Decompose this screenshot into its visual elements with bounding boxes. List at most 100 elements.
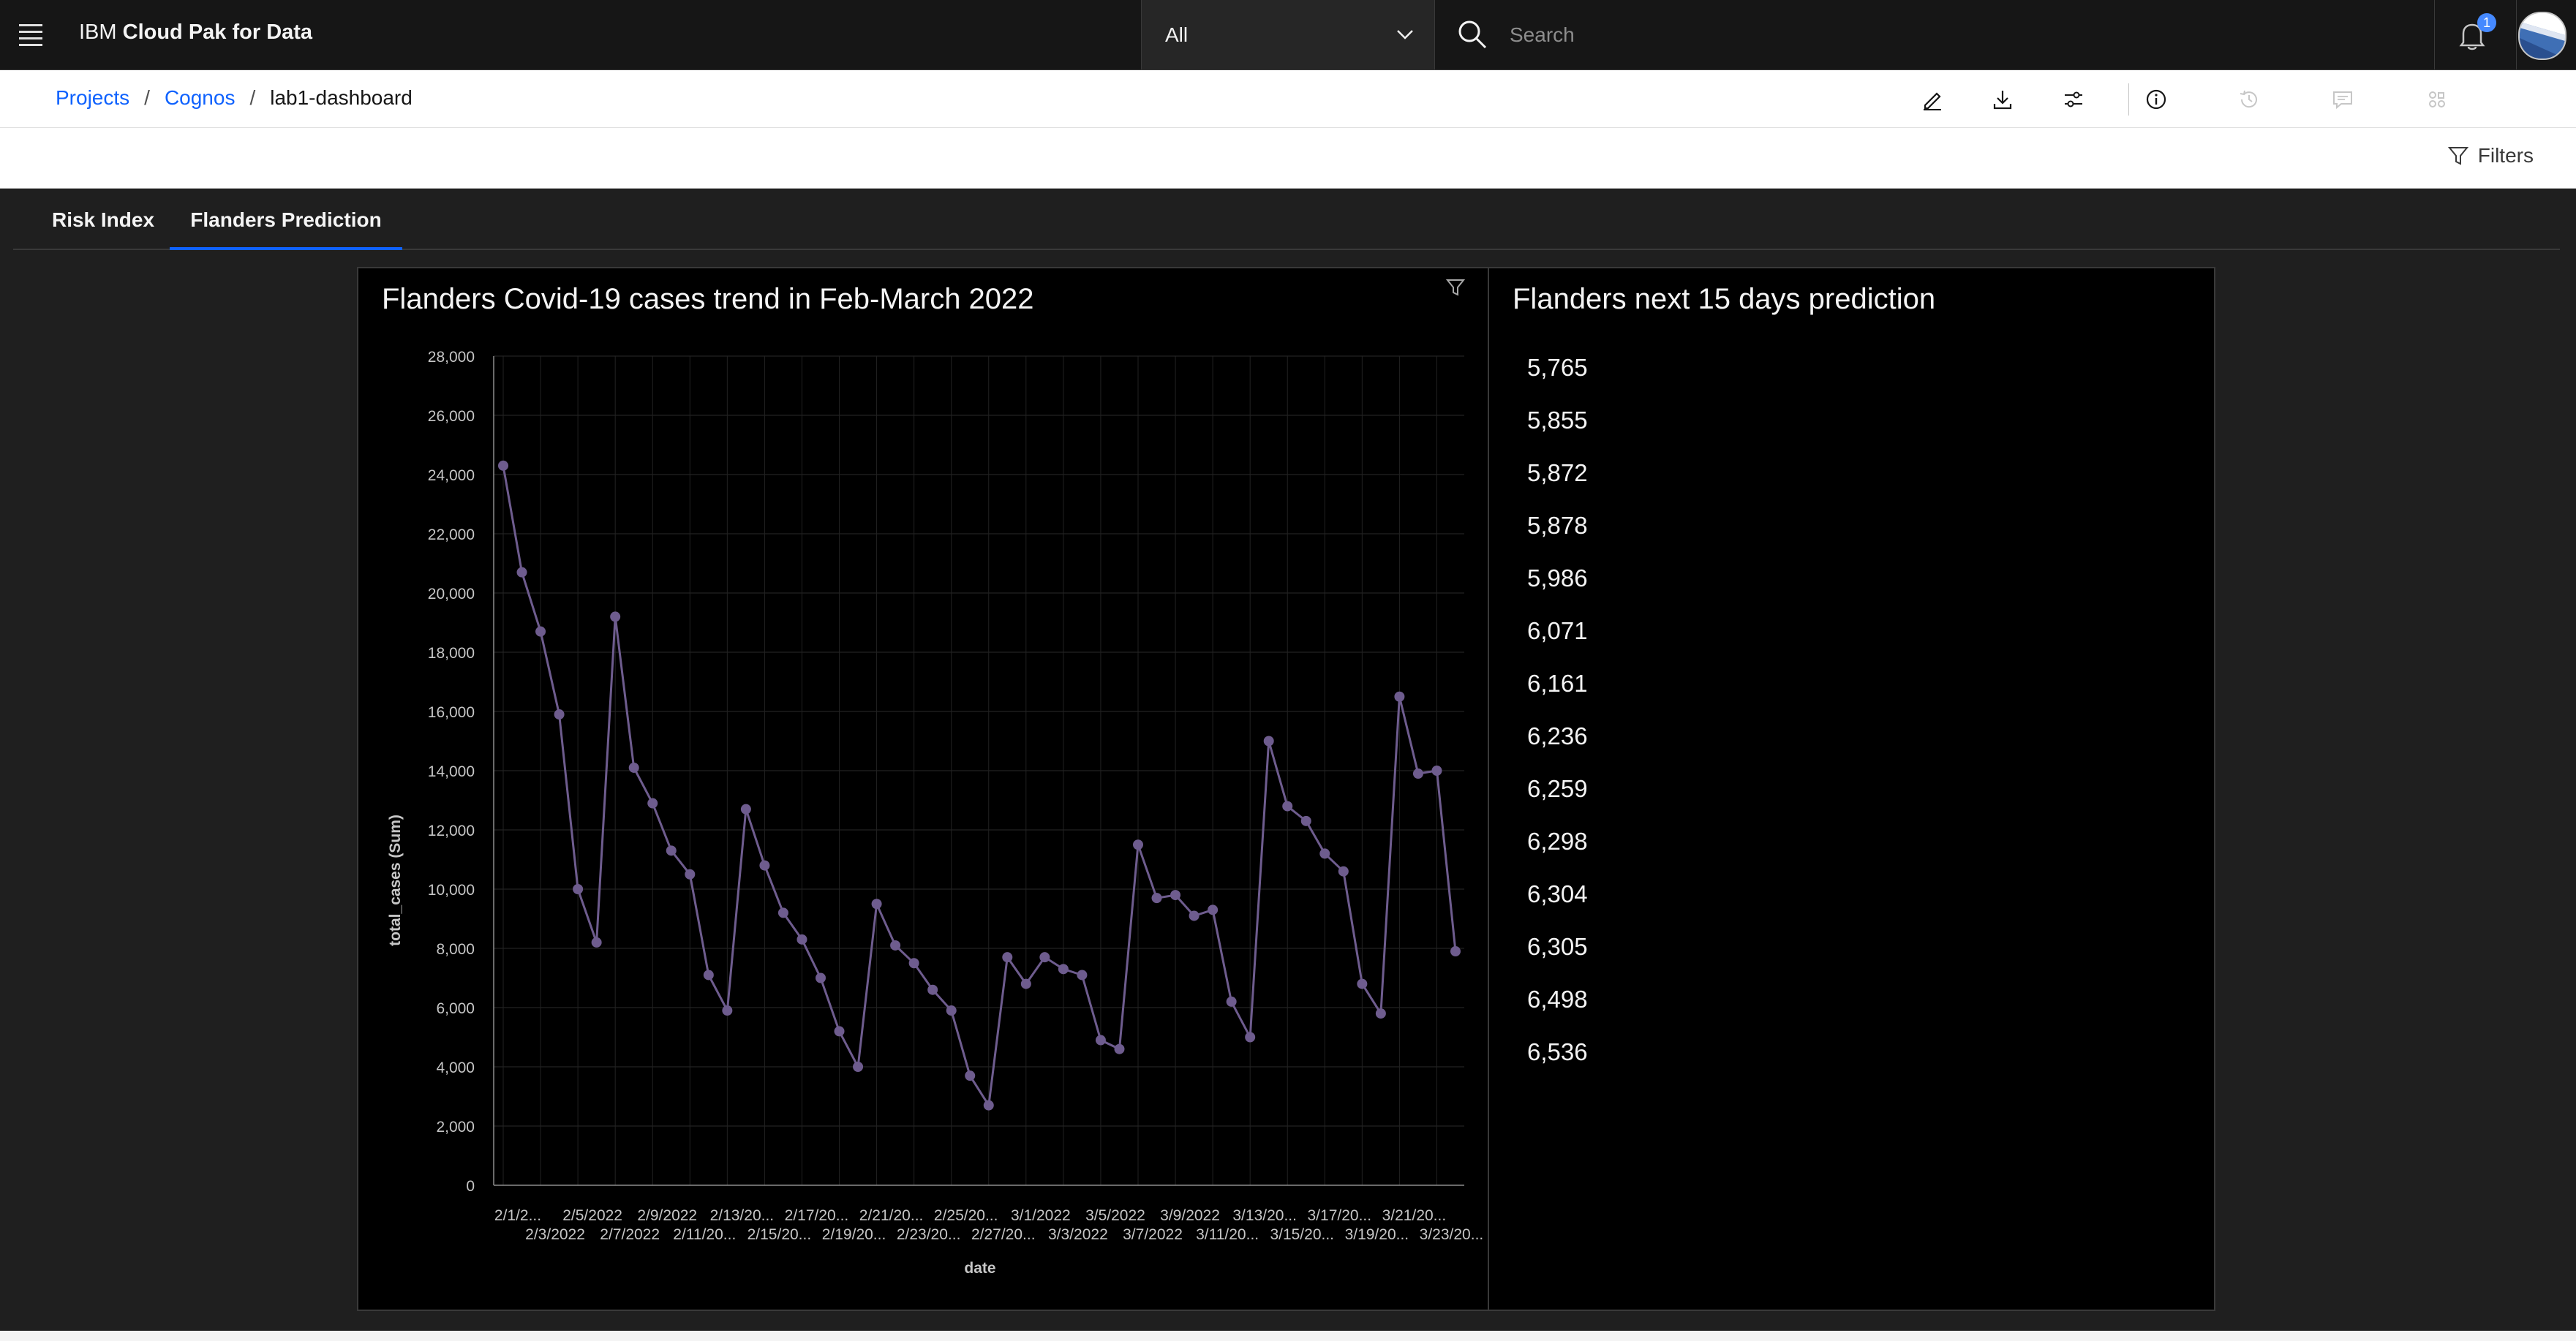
page-footer-strip [0,1331,2576,1341]
y-tick-label: 2,000 [436,1119,475,1136]
prediction-value: 6,071 [1527,617,1588,644]
data-point [1245,1032,1256,1043]
data-point [1300,815,1311,826]
breadcrumb: Projects / Cognos / lab1-dashboard [56,86,413,110]
edit-icon [1924,92,1941,110]
x-tick-label: 2/23/20... [897,1226,961,1243]
search-input[interactable] [1508,18,2242,53]
info-icon [2146,89,2166,110]
breadcrumb-projects[interactable]: Projects [56,86,129,110]
series-line [502,465,1457,1109]
x-tick-label: 2/3/2022 [525,1226,585,1243]
data-point [1002,952,1013,963]
prediction-value: 6,498 [1527,986,1588,1013]
info-button[interactable] [2142,85,2171,114]
data-point [1058,964,1069,975]
prediction-value: 5,872 [1527,459,1588,486]
data-point [1375,1008,1386,1019]
y-tick-label: 24,000 [428,467,475,484]
settings-adjust-icon [2065,91,2082,107]
x-tick-label: 2/17/20... [785,1207,849,1224]
user-menu[interactable] [2516,0,2576,69]
data-point [1338,866,1349,877]
data-point [946,1005,957,1016]
data-point [1039,952,1050,963]
prediction-visualization[interactable]: Flanders next 15 days prediction 5,765 5,… [1489,267,2215,1311]
x-tick-label: 3/3/2022 [1048,1226,1108,1243]
notification-badge: 1 [2477,13,2496,32]
apps-icon [2429,91,2445,107]
search-icon [1458,20,1487,49]
settings-adjust-button[interactable] [2059,85,2088,114]
chevron-down-icon [1397,30,1413,39]
data-point [1431,766,1442,776]
data-point [1170,890,1181,901]
filter-icon[interactable] [1445,277,1466,298]
y-tick-label: 4,000 [436,1059,475,1076]
data-point [871,899,882,910]
x-tick-label: 3/13/20... [1232,1207,1297,1224]
data-point [1263,736,1274,747]
notifications-button[interactable]: 1 [2434,0,2515,69]
prediction-value: 6,298 [1527,828,1588,855]
data-point [1189,910,1200,921]
data-point [777,907,788,918]
prediction-value: 5,986 [1527,564,1588,592]
y-tick-label: 8,000 [436,941,475,958]
filters-button[interactable]: Filters [2447,144,2534,167]
data-point [666,845,677,856]
edit-button[interactable] [1918,85,1947,114]
breadcrumb-separator: / [249,86,256,109]
x-tick-label: 2/27/20... [971,1226,1036,1243]
tab-risk-index[interactable]: Risk Index [26,189,180,247]
x-tick-label: 3/7/2022 [1123,1226,1183,1243]
y-tick-label: 20,000 [428,586,475,602]
x-tick-label: 3/19/20... [1345,1226,1409,1243]
x-tick-label: 3/11/20... [1196,1226,1259,1243]
breadcrumb-cognos[interactable]: Cognos [165,86,236,110]
cases-trend-visualization[interactable]: 0 2,000 4,000 6,000 8,000 10,000 12,000 14,000 1… [357,267,1489,1311]
tab-flanders-prediction[interactable]: Flanders Prediction [170,189,402,250]
x-tick-label: 3/21/20... [1382,1207,1447,1224]
filter-icon [2447,147,2468,165]
data-point [498,460,508,471]
menu-icon[interactable] [16,20,45,50]
data-point [1319,848,1330,859]
y-tick-label: 18,000 [428,645,475,662]
search-scope-dropdown[interactable]: All [1141,0,1434,69]
data-point [853,1062,864,1072]
prediction-value: 6,536 [1527,1038,1588,1065]
data-point [722,1005,733,1016]
data-point [740,804,751,815]
data-point [816,972,826,983]
data-point [1020,978,1031,989]
history-button[interactable] [2234,85,2264,114]
avatar[interactable] [2518,12,2566,60]
x-tick-label: 2/15/20... [747,1226,812,1243]
download-button[interactable] [1988,85,2017,114]
data-point [965,1070,976,1081]
data-point [554,709,565,720]
x-tick-label: 2/9/2022 [637,1207,697,1224]
comment-icon [2333,91,2352,110]
scope-value: All [1165,23,1189,46]
data-point [647,798,658,809]
prediction-value: 6,236 [1527,722,1588,749]
breadcrumb-separator: / [144,86,150,109]
x-tick-label: 3/9/2022 [1160,1207,1220,1224]
data-point [516,567,527,578]
data-point [1394,691,1405,702]
data-point [834,1026,845,1037]
x-tick-label: 2/25/20... [934,1207,998,1224]
data-point [535,626,546,637]
prediction-value: 6,259 [1527,775,1588,802]
data-point [1151,893,1162,904]
x-tick-label: 2/21/20... [859,1207,924,1224]
x-tick-label: 3/23/20... [1420,1226,1484,1243]
apps-button[interactable] [2422,85,2452,114]
data-point [983,1100,994,1111]
comment-button[interactable] [2328,85,2357,114]
prediction-value: 5,855 [1527,407,1588,434]
product-name[interactable]: IBM Cloud Pak for Data [79,20,312,45]
y-tick-label: 22,000 [428,526,475,543]
